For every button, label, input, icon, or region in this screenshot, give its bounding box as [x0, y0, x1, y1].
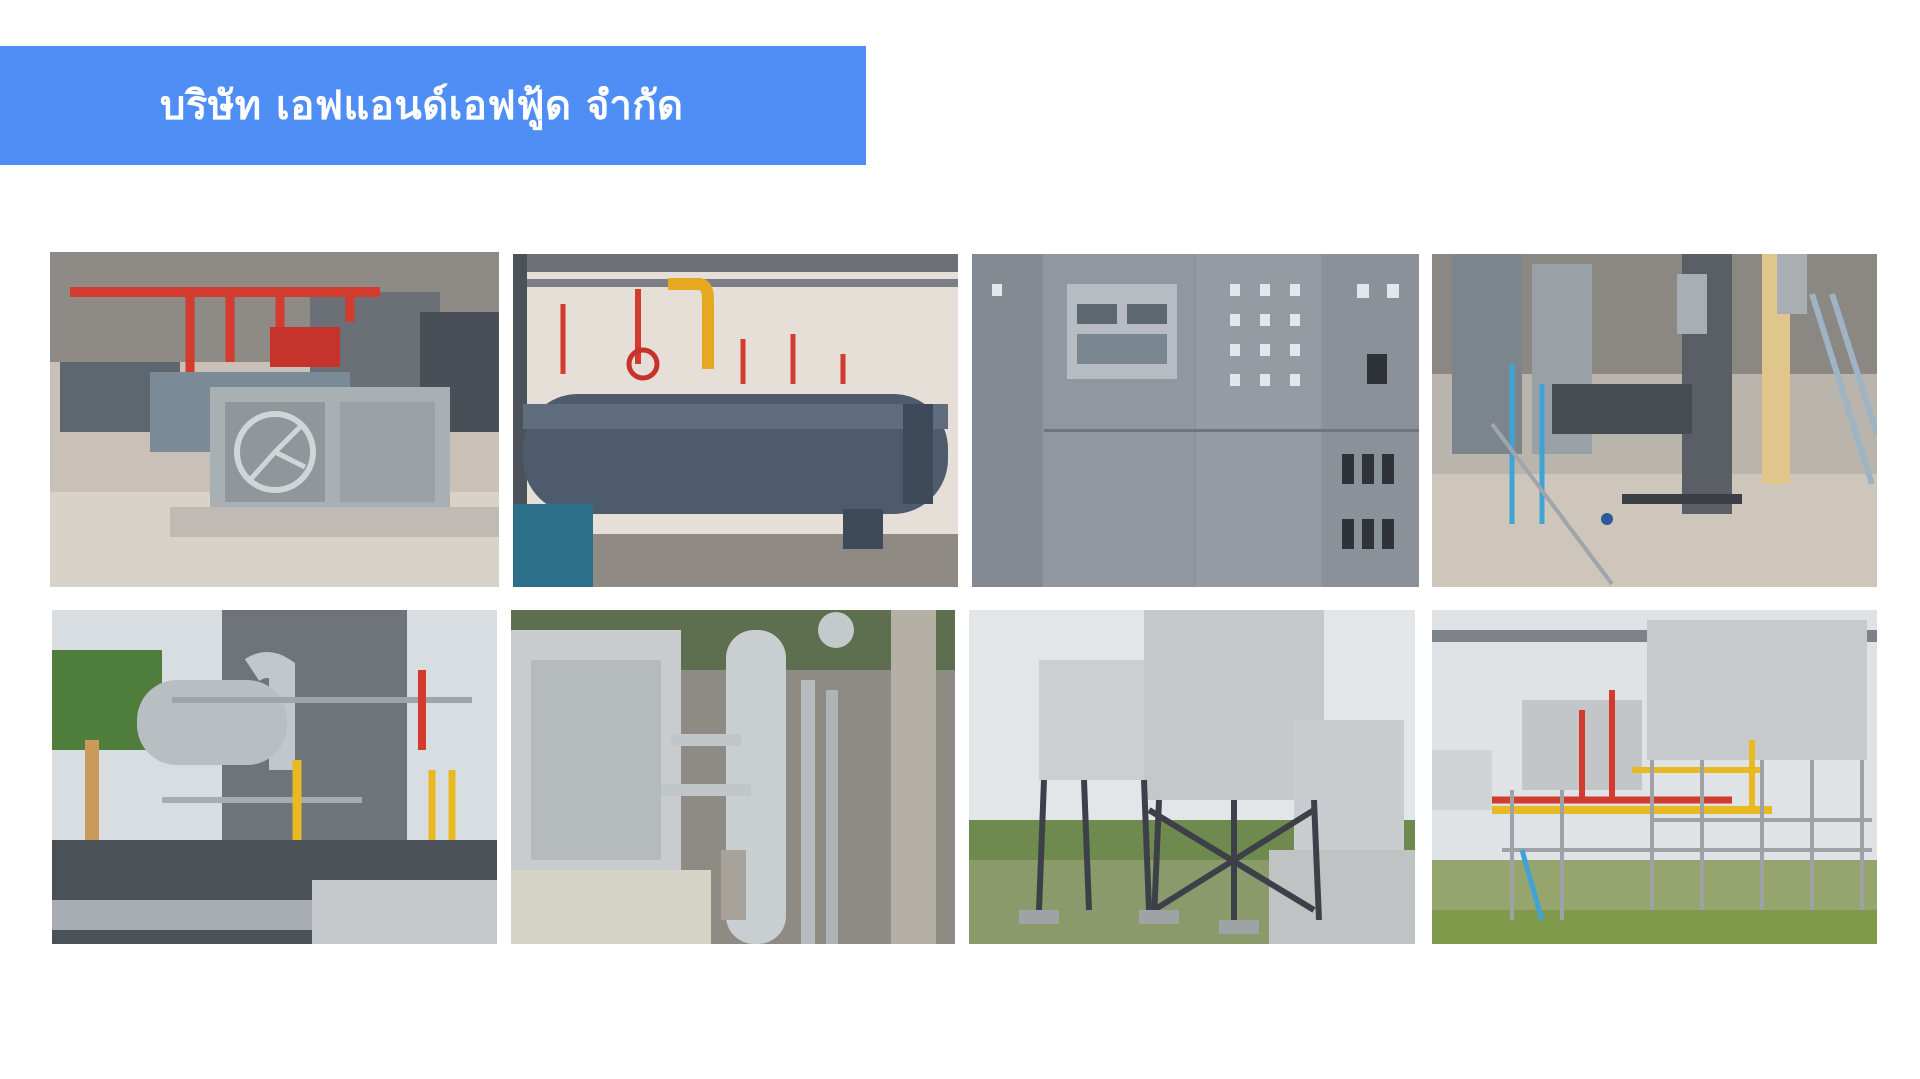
photo-compressor: [50, 252, 499, 587]
photo-stainless-vessel: [511, 610, 955, 944]
photo-horizontal-vessel: [513, 254, 958, 587]
title-banner: บริษัท เอฟแอนด์เอฟฟู้ด จำกัด: [0, 46, 866, 165]
slide: บริษัท เอฟแอนด์เอฟฟู้ด จำกัด: [0, 0, 1920, 1079]
photo-control-panel: [972, 254, 1419, 587]
page-title: บริษัท เอฟแอนด์เอฟฟู้ด จำกัด: [160, 82, 684, 129]
photo-insulated-vessel: [52, 610, 497, 944]
photo-condenser-platform: [1432, 610, 1877, 944]
photo-condensers: [969, 610, 1415, 944]
photo-piping: [1432, 254, 1877, 587]
